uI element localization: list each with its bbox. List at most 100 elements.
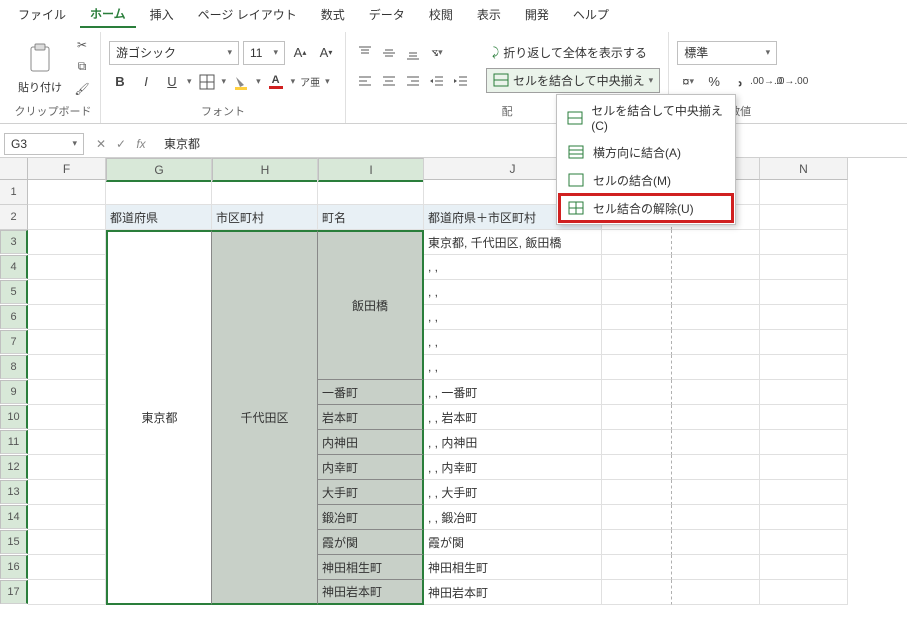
phonetic-icon[interactable]: ア亜	[299, 71, 321, 93]
cell[interactable]	[602, 305, 672, 330]
row-header[interactable]: 12	[0, 455, 28, 479]
dropdown-merge-cells[interactable]: セルの結合(M)	[559, 166, 733, 194]
cell[interactable]	[760, 230, 848, 255]
cell[interactable]: 一番町	[318, 380, 424, 405]
currency-icon[interactable]: ¤▾	[677, 71, 699, 93]
menu-help[interactable]: ヘルプ	[563, 2, 619, 27]
cell[interactable]	[28, 530, 106, 555]
cell[interactable]: 内幸町	[318, 455, 424, 480]
cell[interactable]: , ,	[424, 355, 602, 380]
cell[interactable]	[318, 180, 424, 205]
align-left-icon[interactable]	[354, 70, 376, 92]
cell[interactable]	[602, 405, 672, 430]
row-header[interactable]: 3	[0, 230, 28, 254]
percent-icon[interactable]: %	[703, 71, 725, 93]
font-color-icon[interactable]: A	[265, 71, 287, 93]
cell[interactable]: 東京都, 千代田区, 飯田橋	[424, 230, 602, 255]
cell[interactable]	[106, 180, 212, 205]
cell[interactable]: , ,	[424, 255, 602, 280]
col-header-G[interactable]: G	[106, 158, 212, 182]
menu-review[interactable]: 校閲	[419, 2, 463, 27]
underline-button[interactable]: U	[161, 71, 183, 93]
cell[interactable]: , ,	[424, 280, 602, 305]
row-header[interactable]: 8	[0, 355, 28, 379]
indent-increase-icon[interactable]	[450, 70, 472, 92]
cell[interactable]	[760, 580, 848, 605]
italic-button[interactable]: I	[135, 71, 157, 93]
fx-icon[interactable]: fx	[132, 137, 150, 151]
copy-icon[interactable]: ⧉	[72, 58, 92, 76]
align-top-icon[interactable]	[354, 42, 376, 64]
cell[interactable]	[760, 355, 848, 380]
cell[interactable]	[672, 230, 760, 255]
cell[interactable]: 内神田	[318, 430, 424, 455]
cell[interactable]: 大手町	[318, 480, 424, 505]
cell[interactable]	[28, 555, 106, 580]
cell[interactable]	[672, 555, 760, 580]
cell[interactable]	[28, 455, 106, 480]
cell[interactable]	[602, 555, 672, 580]
cell[interactable]: , , 大手町	[424, 480, 602, 505]
cell[interactable]: , ,	[424, 305, 602, 330]
cell[interactable]: 霞が関	[424, 530, 602, 555]
formula-input[interactable]: 東京都	[158, 135, 903, 152]
cell[interactable]	[602, 330, 672, 355]
row-header[interactable]: 6	[0, 305, 28, 329]
cell[interactable]: , , 岩本町	[424, 405, 602, 430]
row-header[interactable]: 16	[0, 555, 28, 579]
col-header-F[interactable]: F	[28, 158, 106, 180]
cell[interactable]: 神田岩本町	[424, 580, 602, 605]
align-center-icon[interactable]	[378, 70, 400, 92]
row-header[interactable]: 2	[0, 205, 28, 230]
cell[interactable]: 都道府県	[106, 205, 212, 230]
cell[interactable]: 市区町村	[212, 205, 318, 230]
cell[interactable]	[602, 230, 672, 255]
cell[interactable]	[28, 330, 106, 355]
align-right-icon[interactable]	[402, 70, 424, 92]
menu-view[interactable]: 表示	[467, 2, 511, 27]
cell[interactable]	[28, 355, 106, 380]
indent-decrease-icon[interactable]	[426, 70, 448, 92]
cell[interactable]	[672, 255, 760, 280]
border-icon[interactable]	[196, 71, 218, 93]
cell[interactable]	[760, 430, 848, 455]
row-header[interactable]: 11	[0, 430, 28, 454]
menu-insert[interactable]: 挿入	[140, 2, 184, 27]
row-header[interactable]: 10	[0, 405, 28, 429]
cell[interactable]	[28, 480, 106, 505]
cell[interactable]: , , 一番町	[424, 380, 602, 405]
cell[interactable]	[28, 305, 106, 330]
cell[interactable]	[28, 380, 106, 405]
cell[interactable]	[602, 280, 672, 305]
align-bottom-icon[interactable]	[402, 42, 424, 64]
orientation-icon[interactable]: ⦪▾	[426, 42, 448, 64]
cell[interactable]	[28, 405, 106, 430]
cell[interactable]: 神田相生町	[318, 555, 424, 580]
merge-center-button[interactable]: セルを結合して中央揃え ▾	[486, 68, 660, 93]
dropdown-unmerge[interactable]: セル結合の解除(U)	[559, 194, 733, 222]
cell[interactable]	[760, 380, 848, 405]
menu-pagelayout[interactable]: ページ レイアウト	[188, 2, 307, 27]
row-header[interactable]: 15	[0, 530, 28, 554]
cell[interactable]: 霞が関	[318, 530, 424, 555]
font-name-select[interactable]: 游ゴシック▾	[109, 41, 239, 65]
cell[interactable]: 岩本町	[318, 405, 424, 430]
menu-formula[interactable]: 数式	[311, 2, 355, 27]
cell[interactable]	[672, 480, 760, 505]
dropdown-merge-center[interactable]: セルを結合して中央揃え(C)	[559, 97, 733, 138]
cell[interactable]	[28, 280, 106, 305]
merged-cell-H[interactable]: 千代田区	[212, 230, 318, 605]
row-header[interactable]: 5	[0, 280, 28, 304]
cell[interactable]	[760, 405, 848, 430]
cell[interactable]	[602, 455, 672, 480]
cell[interactable]	[28, 255, 106, 280]
select-all-corner[interactable]	[0, 158, 28, 180]
cell[interactable]	[672, 405, 760, 430]
cell[interactable]	[760, 530, 848, 555]
cell[interactable]	[760, 280, 848, 305]
cell[interactable]	[602, 580, 672, 605]
menu-home[interactable]: ホーム	[80, 1, 136, 28]
font-size-select[interactable]: 11▾	[243, 41, 285, 65]
increase-font-icon[interactable]: A▴	[289, 42, 311, 64]
cell[interactable]	[760, 255, 848, 280]
